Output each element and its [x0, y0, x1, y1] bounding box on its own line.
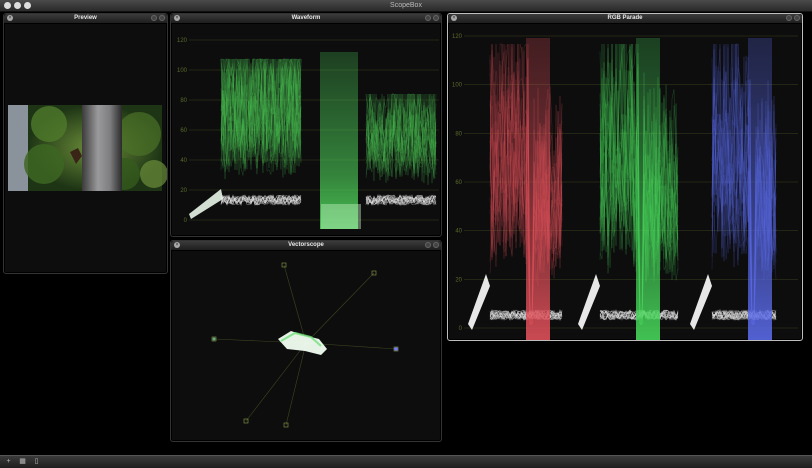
graticule-label: 120: [452, 34, 463, 40]
preview-panel[interactable]: × Preview: [3, 13, 168, 274]
zoom-icon[interactable]: [151, 15, 157, 21]
options-icon[interactable]: [159, 15, 165, 21]
graticule-label: 20: [455, 277, 462, 283]
options-icon[interactable]: [433, 15, 439, 21]
graticule-label: 100: [177, 68, 188, 74]
preview-panel-title: Preview: [74, 15, 97, 21]
waveform-panel[interactable]: × Waveform 120 100 80 60 40 20 0: [170, 13, 442, 237]
preview-image: [8, 105, 167, 191]
graticule-label: 100: [452, 83, 463, 89]
graticule-label: 40: [455, 229, 462, 235]
graticule-label: 40: [180, 158, 187, 164]
window-title: ScopeBox: [390, 2, 422, 9]
graticule-label: 120: [177, 38, 188, 44]
zoom-icon[interactable]: [425, 242, 431, 248]
window-titlebar[interactable]: ScopeBox: [0, 0, 812, 12]
bottom-toolbar: + ▦ ▯: [0, 455, 812, 468]
vectorscope-scope: [211, 262, 399, 428]
waveform-panel-title: Waveform: [291, 15, 321, 21]
graticule-label: 0: [459, 326, 463, 332]
rgb-parade-panel-header[interactable]: × RGB Parade: [448, 14, 802, 24]
graticule-label: 60: [455, 180, 462, 186]
rgb-parade-panel[interactable]: × RGB Parade 120 100 80 60 40 20 0: [447, 13, 803, 341]
rgb-parade-scope: 120 100 80 60 40 20 0: [452, 34, 798, 340]
waveform-scope: 120 100 80 60 40 20 0: [177, 38, 439, 229]
document-button[interactable]: ▯: [32, 458, 41, 466]
graticule-label: 0: [184, 218, 188, 224]
graticule-label: 80: [455, 131, 462, 137]
vectorscope-panel-header[interactable]: × Vectorscope: [171, 241, 441, 251]
preview-panel-header[interactable]: × Preview: [4, 14, 167, 24]
options-icon[interactable]: [794, 15, 800, 21]
rgb-parade-panel-title: RGB Parade: [607, 15, 643, 21]
waveform-panel-header[interactable]: × Waveform: [171, 14, 441, 24]
options-icon[interactable]: [433, 242, 439, 248]
graticule-label: 60: [180, 128, 187, 134]
scope-workspace: × Preview × Waveform 120 100 80 60 40 20…: [0, 12, 812, 455]
grid-layout-button[interactable]: ▦: [18, 458, 27, 466]
graticule-label: 80: [180, 98, 187, 104]
zoom-icon[interactable]: [425, 15, 431, 21]
graticule-label: 20: [180, 188, 187, 194]
add-scope-button[interactable]: +: [4, 458, 13, 466]
zoom-icon[interactable]: [786, 15, 792, 21]
vectorscope-panel-title: Vectorscope: [288, 242, 324, 248]
vectorscope-panel[interactable]: × Vectorscope: [170, 240, 442, 442]
